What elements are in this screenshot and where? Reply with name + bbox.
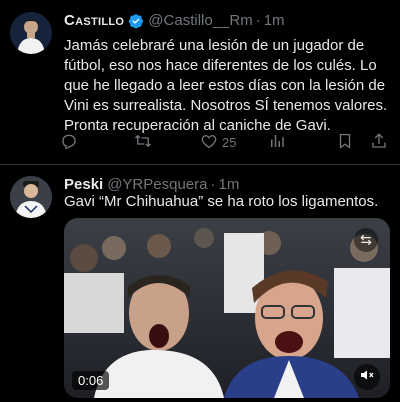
tweet-header: Peski @YRPesquera · 1m — [64, 176, 239, 193]
separator: · — [255, 12, 261, 29]
avatar-image — [10, 12, 52, 54]
video-timer: 0:06 — [72, 371, 110, 390]
like-button[interactable]: 25 — [200, 132, 236, 153]
tweet-header: Castillo @Castillo__Rm · 1m — [64, 12, 285, 29]
views-button[interactable] — [268, 132, 286, 153]
tweet-actions: 25 — [60, 132, 390, 154]
avatar[interactable] — [10, 12, 52, 54]
reply-icon — [60, 132, 78, 153]
display-name[interactable]: Peski — [64, 176, 103, 193]
timestamp[interactable]: 1m — [218, 176, 239, 193]
retweet-icon — [134, 132, 152, 153]
retweet-button[interactable] — [134, 132, 152, 153]
share-icon — [370, 132, 388, 153]
avatar-image — [10, 176, 52, 218]
tweet-text: Jamás celebraré una lesión de un jugador… — [64, 37, 388, 134]
views-chart-icon — [268, 132, 286, 153]
verified-badge-icon — [128, 13, 144, 29]
tweet-text: Gavi “Mr Chihuahua” se ha roto los ligam… — [64, 193, 379, 210]
handle[interactable]: @Castillo__Rm — [148, 12, 252, 29]
avatar[interactable] — [10, 176, 52, 218]
handle[interactable]: @YRPesquera — [107, 176, 207, 193]
tweet-castillo[interactable]: Castillo @Castillo__Rm · 1m Jamás celebr… — [0, 0, 400, 164]
bookmark-button[interactable] — [336, 132, 354, 153]
display-name[interactable]: Castillo — [64, 12, 124, 29]
separator: · — [210, 176, 216, 193]
like-count: 25 — [222, 135, 237, 150]
speaker-muted-icon — [359, 367, 375, 388]
media-settings-icon[interactable] — [354, 228, 378, 252]
timestamp[interactable]: 1m — [264, 12, 285, 29]
mute-button[interactable] — [354, 364, 380, 390]
video-player[interactable]: 0:06 — [64, 218, 390, 398]
reply-button[interactable] — [60, 132, 78, 153]
share-button[interactable] — [370, 132, 388, 153]
bookmark-icon — [336, 132, 354, 153]
video-frame — [64, 218, 390, 398]
heart-icon — [200, 132, 218, 153]
